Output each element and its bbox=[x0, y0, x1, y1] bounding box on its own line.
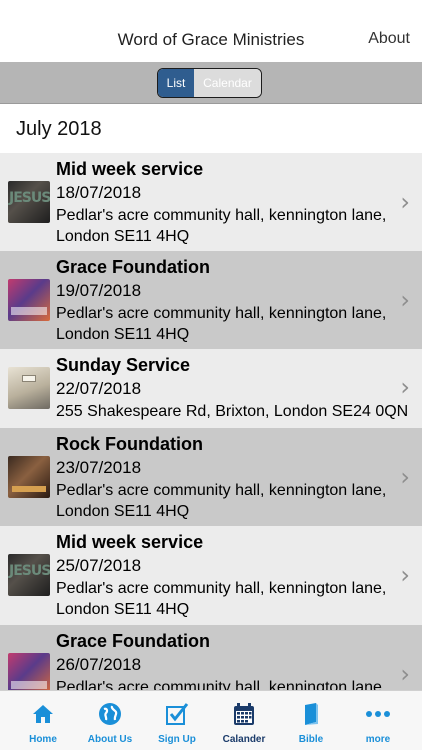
bible-icon bbox=[305, 703, 318, 725]
event-title: Grace Foundation bbox=[56, 631, 211, 651]
event-address: Pedlar's acre community hall, kennington… bbox=[56, 305, 387, 343]
jesus-thumbnail: JESUS bbox=[8, 181, 50, 223]
event-address: Pedlar's acre community hall, kennington… bbox=[56, 482, 387, 520]
home-icon bbox=[33, 705, 53, 723]
tab-label: Home bbox=[29, 734, 57, 745]
view-segmented-control: List Calendar bbox=[157, 68, 262, 98]
event-title: Mid week service bbox=[56, 532, 204, 552]
month-header: July 2018 bbox=[0, 104, 422, 153]
event-list: JESUS Mid week service 18/07/2018 Pedlar… bbox=[0, 153, 422, 690]
chevron-right-icon: › bbox=[400, 373, 410, 401]
tab-home[interactable]: Home bbox=[8, 691, 78, 750]
rock-thumbnail bbox=[8, 456, 50, 498]
tab-bar: Home About Us Sign Up Calander Bible mor… bbox=[0, 690, 422, 750]
calendar-segment[interactable]: Calendar bbox=[194, 69, 261, 97]
event-date: 25/07/2018 bbox=[56, 556, 142, 575]
navigation-bar: Word of Grace Ministries About bbox=[0, 0, 422, 62]
tab-calander[interactable]: Calander bbox=[209, 691, 279, 750]
event-row[interactable]: Rock Foundation 23/07/2018 Pedlar's acre… bbox=[0, 428, 422, 526]
month-label: July 2018 bbox=[16, 118, 102, 140]
tab-about-us[interactable]: About Us bbox=[75, 691, 145, 750]
tab-sign-up[interactable]: Sign Up bbox=[142, 691, 212, 750]
page-title: Word of Grace Ministries bbox=[117, 30, 305, 49]
view-toggle-bar: List Calendar bbox=[0, 62, 422, 104]
event-address: 255 Shakespeare Rd, Brixton, London SE24… bbox=[56, 403, 409, 420]
jesus-thumbnail: JESUS bbox=[8, 554, 50, 596]
event-row[interactable]: JESUS Mid week service 18/07/2018 Pedlar… bbox=[0, 153, 422, 251]
event-date: 19/07/2018 bbox=[56, 281, 142, 300]
tab-label: Sign Up bbox=[158, 734, 196, 745]
calendar-icon bbox=[234, 703, 254, 725]
event-title: Mid week service bbox=[56, 159, 204, 179]
event-row[interactable]: Grace Foundation 19/07/2018 Pedlar's acr… bbox=[0, 251, 422, 349]
event-row[interactable]: Grace Foundation 26/07/2018 Pedlar's acr… bbox=[0, 625, 422, 690]
event-address: Pedlar's acre community hall, kennington… bbox=[56, 580, 387, 618]
event-row[interactable]: JESUS Mid week service 25/07/2018 Pedlar… bbox=[0, 526, 422, 625]
tab-bible[interactable]: Bible bbox=[276, 691, 346, 750]
sunday-thumbnail bbox=[8, 367, 50, 409]
grace-thumbnail bbox=[8, 279, 50, 321]
chevron-right-icon: › bbox=[400, 463, 410, 491]
event-title: Rock Foundation bbox=[56, 434, 203, 454]
chevron-right-icon: › bbox=[400, 660, 410, 688]
tab-label: Bible bbox=[298, 734, 324, 745]
event-date: 18/07/2018 bbox=[56, 183, 142, 202]
event-title: Grace Foundation bbox=[56, 257, 211, 277]
about-button[interactable]: About bbox=[368, 30, 410, 48]
globe-icon bbox=[99, 703, 121, 725]
chevron-right-icon: › bbox=[400, 188, 410, 216]
event-title: Sunday Service bbox=[56, 355, 191, 375]
checkbox-icon bbox=[166, 703, 189, 725]
event-date: 23/07/2018 bbox=[56, 458, 142, 477]
list-segment[interactable]: List bbox=[158, 69, 194, 97]
tab-label: About Us bbox=[87, 734, 133, 745]
tab-label: Calander bbox=[222, 734, 266, 745]
tab-label: more bbox=[365, 734, 391, 745]
grace-thumbnail bbox=[8, 653, 50, 690]
event-address: Pedlar's acre community hall, kennington… bbox=[56, 207, 387, 245]
more-dots-icon bbox=[366, 711, 390, 717]
event-date: 22/07/2018 bbox=[56, 379, 142, 398]
chevron-right-icon: › bbox=[400, 286, 410, 314]
chevron-right-icon: › bbox=[400, 561, 410, 589]
event-address: Pedlar's acre community hall, kennington… bbox=[56, 679, 387, 690]
event-row[interactable]: Sunday Service 22/07/2018 255 Shakespear… bbox=[0, 349, 422, 428]
tab-more[interactable]: more bbox=[343, 691, 413, 750]
event-date: 26/07/2018 bbox=[56, 655, 142, 674]
